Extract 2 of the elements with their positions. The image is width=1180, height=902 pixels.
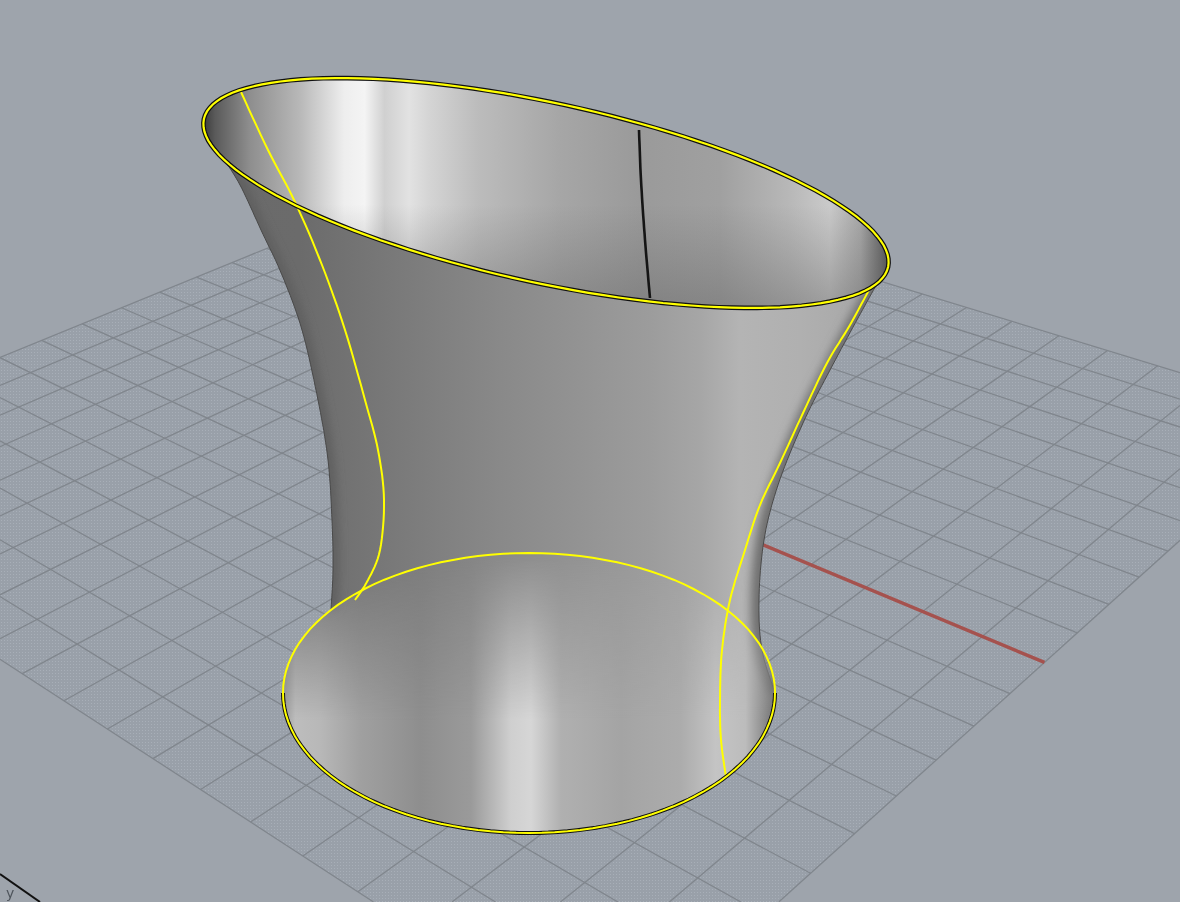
axis-line [0, 873, 41, 902]
axis-label: y [6, 885, 15, 901]
